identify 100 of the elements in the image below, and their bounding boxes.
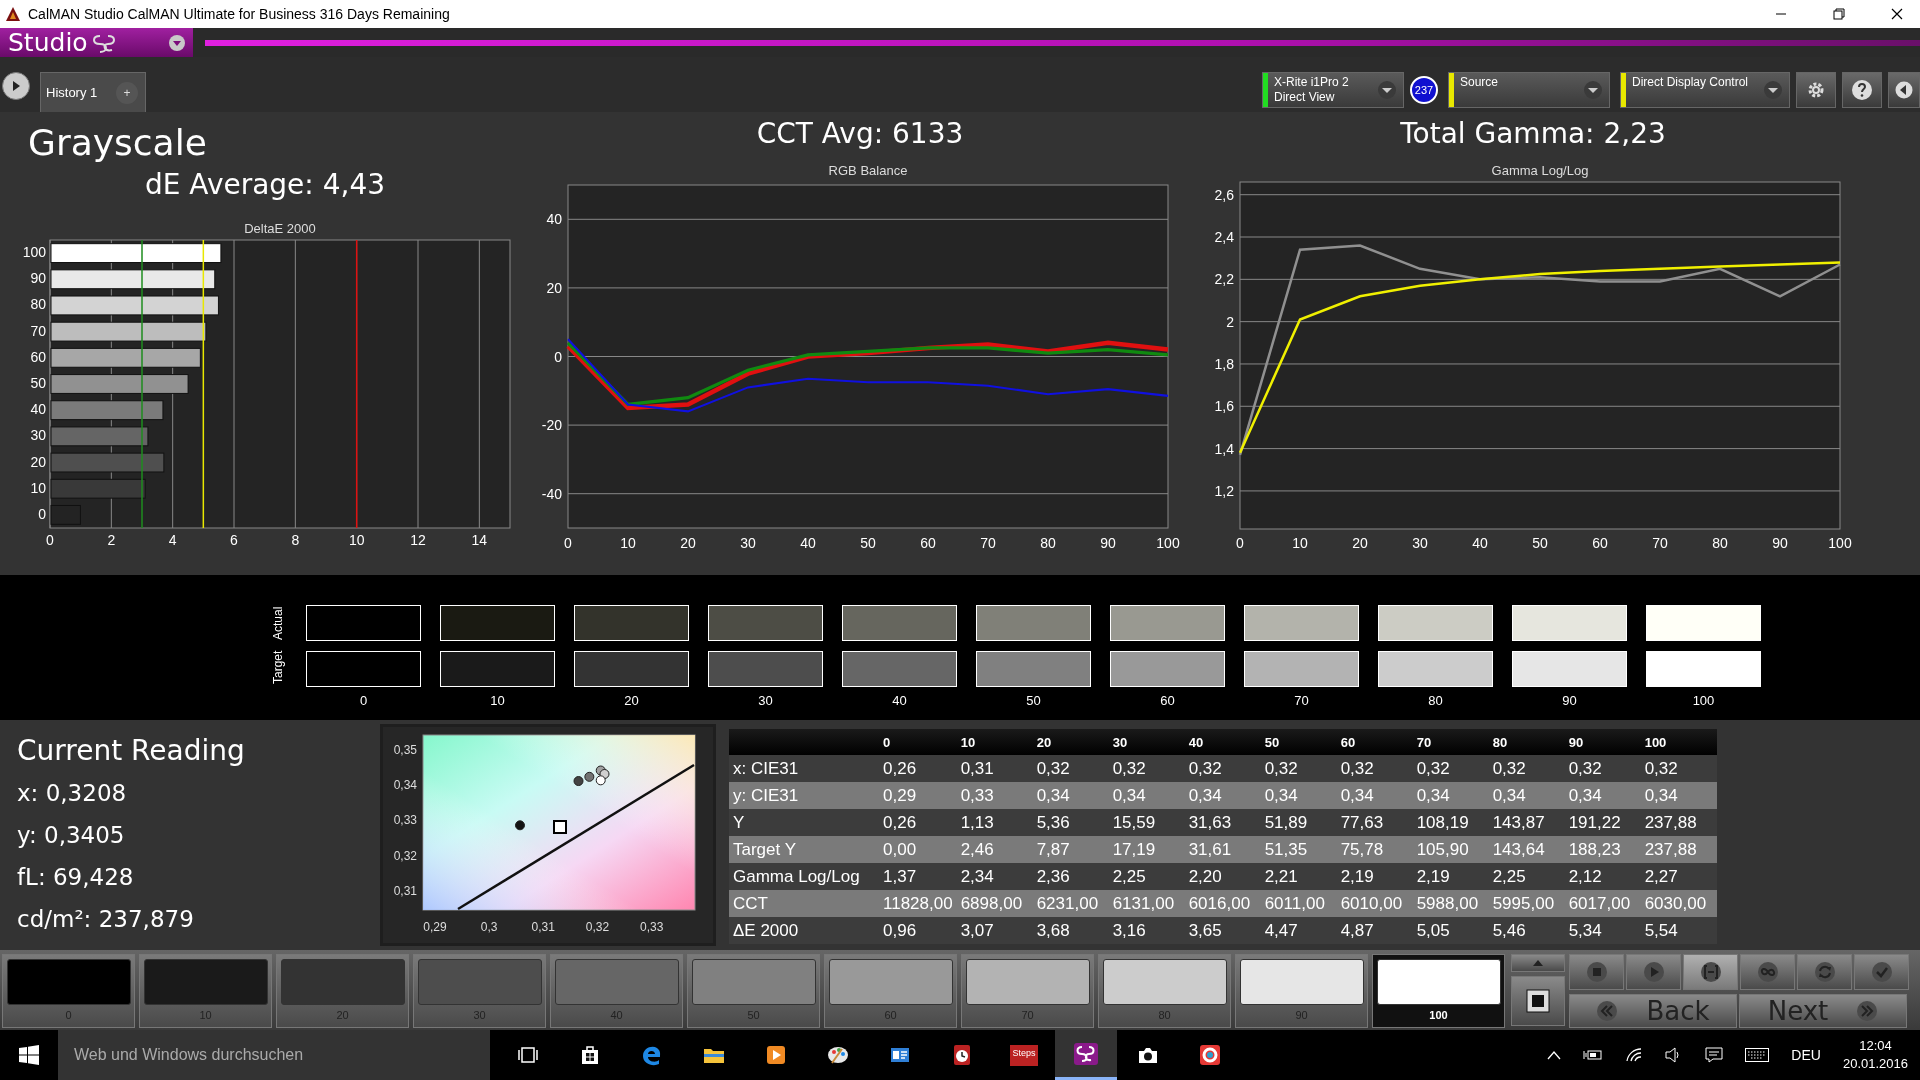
tick-label: 40 [800, 535, 816, 551]
reading-title: Current Reading [17, 734, 246, 769]
column-header: 100 [1640, 729, 1717, 755]
row-header: x: CIE31 [729, 755, 879, 782]
tick-label: 50 [860, 535, 876, 551]
table-cell: 6030,00 [1640, 890, 1717, 917]
tick-label: 80 [1712, 535, 1728, 551]
total-gamma-label: Total Gamma: 2,23 [1399, 116, 1667, 152]
table-cell: 15,59 [1108, 809, 1185, 836]
device-dropdown[interactable]: Direct Display Control [1620, 72, 1790, 108]
table-cell: 5995,00 [1488, 890, 1565, 917]
device-dropdown[interactable]: X-Rite i1Pro 2 Direct View [1262, 72, 1404, 108]
table-cell: 0,34 [1640, 782, 1717, 809]
tick-label: 90 [30, 270, 46, 287]
table-cell: 105,90 [1412, 836, 1489, 863]
reading-value: y: 0,3405 [17, 822, 126, 850]
tick-label: 90 [1772, 535, 1788, 551]
tick-label: 20 [1352, 535, 1368, 551]
tick-label: 60 [30, 348, 46, 365]
table-cell: 2,46 [956, 836, 1033, 863]
tick-label: 10 [348, 532, 365, 548]
tick-label: -40 [541, 485, 562, 502]
tick-label: 20 [680, 535, 696, 551]
table-cell: 6898,00 [956, 890, 1033, 917]
row-label: Actual [270, 605, 286, 641]
table-cell: 2,21 [1260, 863, 1337, 890]
tick-label: 0,3 [480, 920, 498, 934]
table-cell: 6131,00 [1108, 890, 1185, 917]
reading-count-badge: 237 [1410, 76, 1438, 104]
tick-label: 60 [1592, 535, 1608, 551]
table-cell: 191,22 [1564, 809, 1641, 836]
clock-date: 20.01.2016 [1842, 1055, 1908, 1073]
table-cell: 0,34 [1260, 782, 1337, 809]
table-cell: 3,68 [1032, 917, 1109, 944]
tick-label: 14 [471, 532, 488, 548]
tick-label: 0 [1236, 535, 1244, 551]
table-cell: 188,23 [1564, 836, 1641, 863]
level-label: 70 [1294, 693, 1309, 708]
table-cell: 6016,00 [1184, 890, 1261, 917]
table-cell: 2,27 [1640, 863, 1717, 890]
back-button[interactable]: Back [1569, 994, 1737, 1028]
table-cell: 0,32 [1336, 755, 1413, 782]
tick-label: 2 [1226, 313, 1234, 330]
tick-label: 70 [30, 322, 46, 339]
window-title: CalMAN Studio CalMAN Ultimate for Business 316 Days Remaining [28, 6, 450, 22]
table-cell: 3,65 [1184, 917, 1261, 944]
table-cell: 4,47 [1260, 917, 1337, 944]
table-cell: 143,64 [1488, 836, 1565, 863]
tick-label: 0,29 [423, 920, 447, 934]
tick-label: 2,2 [1214, 271, 1234, 288]
level-label: 50 [1026, 693, 1041, 708]
device-label: Direct Display Control [1632, 74, 1750, 90]
table-cell: 0,00 [879, 836, 957, 863]
tick-label: 0,31 [393, 883, 417, 898]
column-header: 10 [956, 729, 1033, 755]
table-cell: 31,63 [1184, 809, 1261, 836]
column-header: 50 [1260, 729, 1337, 755]
tick-label: 80 [1040, 535, 1056, 551]
table-cell: 17,19 [1108, 836, 1185, 863]
row-header: Target Y [729, 836, 879, 863]
device-dropdown[interactable]: Source [1448, 72, 1610, 108]
table-cell: 2,34 [956, 863, 1033, 890]
tick-label: 20 [30, 453, 46, 470]
tick-label: 0 [554, 348, 562, 365]
tick-label: 40 [546, 211, 562, 228]
table-cell: 31,61 [1184, 836, 1261, 863]
reading-value: cd/m²: 237,879 [17, 906, 195, 934]
table-cell: 0,26 [879, 755, 957, 782]
column-header: 30 [1108, 729, 1185, 755]
table-cell: 0,32 [1412, 755, 1489, 782]
table-cell: 0,34 [1032, 782, 1109, 809]
row-label: Target [270, 649, 286, 685]
patch-button[interactable]: 100 [1372, 954, 1505, 1028]
tick-label: 1,2 [1214, 482, 1234, 499]
studio-menu-button[interactable]: Studio [0, 28, 193, 57]
table-cell: 0,34 [1108, 782, 1185, 809]
table-cell: 0,34 [1564, 782, 1641, 809]
tick-label: 50 [1532, 535, 1548, 551]
level-label: 10 [490, 693, 505, 708]
search-field[interactable]: Web und Windows durchsuchen [58, 1030, 490, 1080]
table-cell: 7,87 [1032, 836, 1109, 863]
language-indicator[interactable]: DEU [1791, 1047, 1821, 1063]
tick-label: 10 [30, 479, 46, 496]
level-label: 100 [1692, 693, 1715, 708]
reading-value: x: 0,3208 [17, 780, 128, 808]
table-cell: 0,32 [1032, 755, 1109, 782]
tick-label: 0,31 [531, 920, 555, 934]
table-cell: 5,34 [1564, 917, 1641, 944]
tick-label: 6 [230, 532, 238, 548]
table-cell: 2,25 [1108, 863, 1185, 890]
tick-label: 20 [546, 279, 562, 296]
column-header: 90 [1564, 729, 1641, 755]
table-cell: 11828,00 [879, 890, 957, 917]
table-cell: 6231,00 [1032, 890, 1109, 917]
tick-label: 2,4 [1214, 229, 1234, 245]
tick-label: 60 [920, 535, 936, 551]
next-button[interactable]: Next [1739, 994, 1907, 1028]
table-cell: 237,88 [1640, 809, 1717, 836]
tick-label: 0,33 [393, 813, 417, 828]
level-label: 60 [1160, 693, 1175, 708]
